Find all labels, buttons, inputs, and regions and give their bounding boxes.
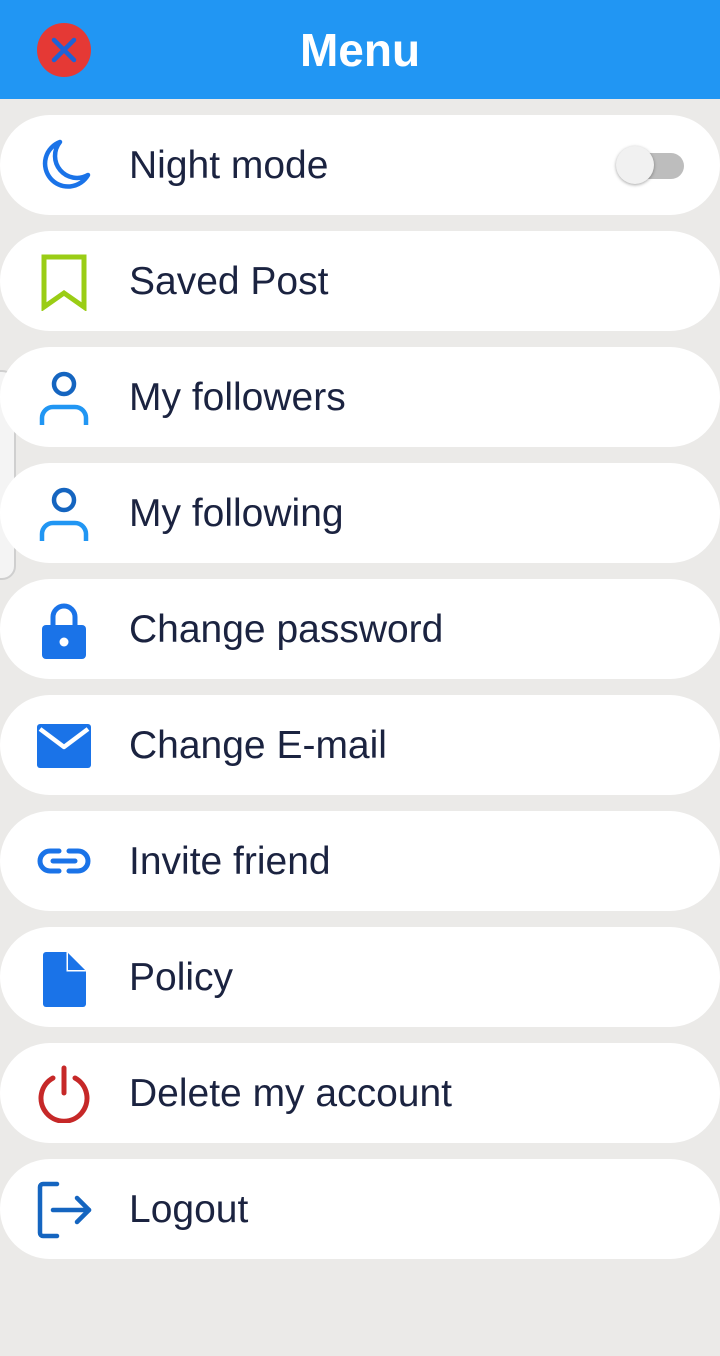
menu-item-saved-post[interactable]: Saved Post — [0, 231, 720, 331]
menu-item-label: Delete my account — [129, 1072, 452, 1115]
moon-icon — [35, 137, 93, 195]
lock-icon — [35, 601, 93, 659]
toggle-thumb — [616, 146, 654, 184]
menu-item-label: Change E-mail — [129, 724, 387, 767]
menu-item-label: My following — [129, 492, 344, 535]
menu-item-label: Logout — [129, 1188, 249, 1231]
menu-item-change-email[interactable]: Change E-mail — [0, 695, 720, 795]
power-icon — [35, 1065, 93, 1123]
menu-item-label: Night mode — [129, 144, 329, 187]
menu-item-night-mode[interactable]: Night mode — [0, 115, 720, 215]
menu-item-delete-account[interactable]: Delete my account — [0, 1043, 720, 1143]
menu-item-my-following[interactable]: My following — [0, 463, 720, 563]
menu-item-invite-friend[interactable]: Invite friend — [0, 811, 720, 911]
document-icon — [35, 949, 93, 1007]
bookmark-icon — [35, 253, 93, 311]
menu-item-label: My followers — [129, 376, 346, 419]
night-mode-toggle[interactable] — [616, 146, 684, 186]
menu-item-my-followers[interactable]: My followers — [0, 347, 720, 447]
link-icon — [35, 833, 93, 891]
page-title: Menu — [299, 24, 421, 76]
menu-item-label: Saved Post — [129, 260, 329, 303]
menu-item-logout[interactable]: Logout — [0, 1159, 720, 1259]
menu-item-label: Change password — [129, 608, 444, 651]
menu-item-label: Policy — [129, 956, 234, 999]
person-icon — [35, 369, 93, 427]
app-header: Menu — [0, 0, 720, 99]
mail-icon — [35, 717, 93, 775]
menu-item-change-password[interactable]: Change password — [0, 579, 720, 679]
person-icon — [35, 485, 93, 543]
logout-icon — [35, 1181, 93, 1239]
menu-item-label: Invite friend — [129, 840, 331, 883]
menu-item-policy[interactable]: Policy — [0, 927, 720, 1027]
menu-list: Night mode Saved Post My followers My fo… — [0, 115, 720, 1275]
